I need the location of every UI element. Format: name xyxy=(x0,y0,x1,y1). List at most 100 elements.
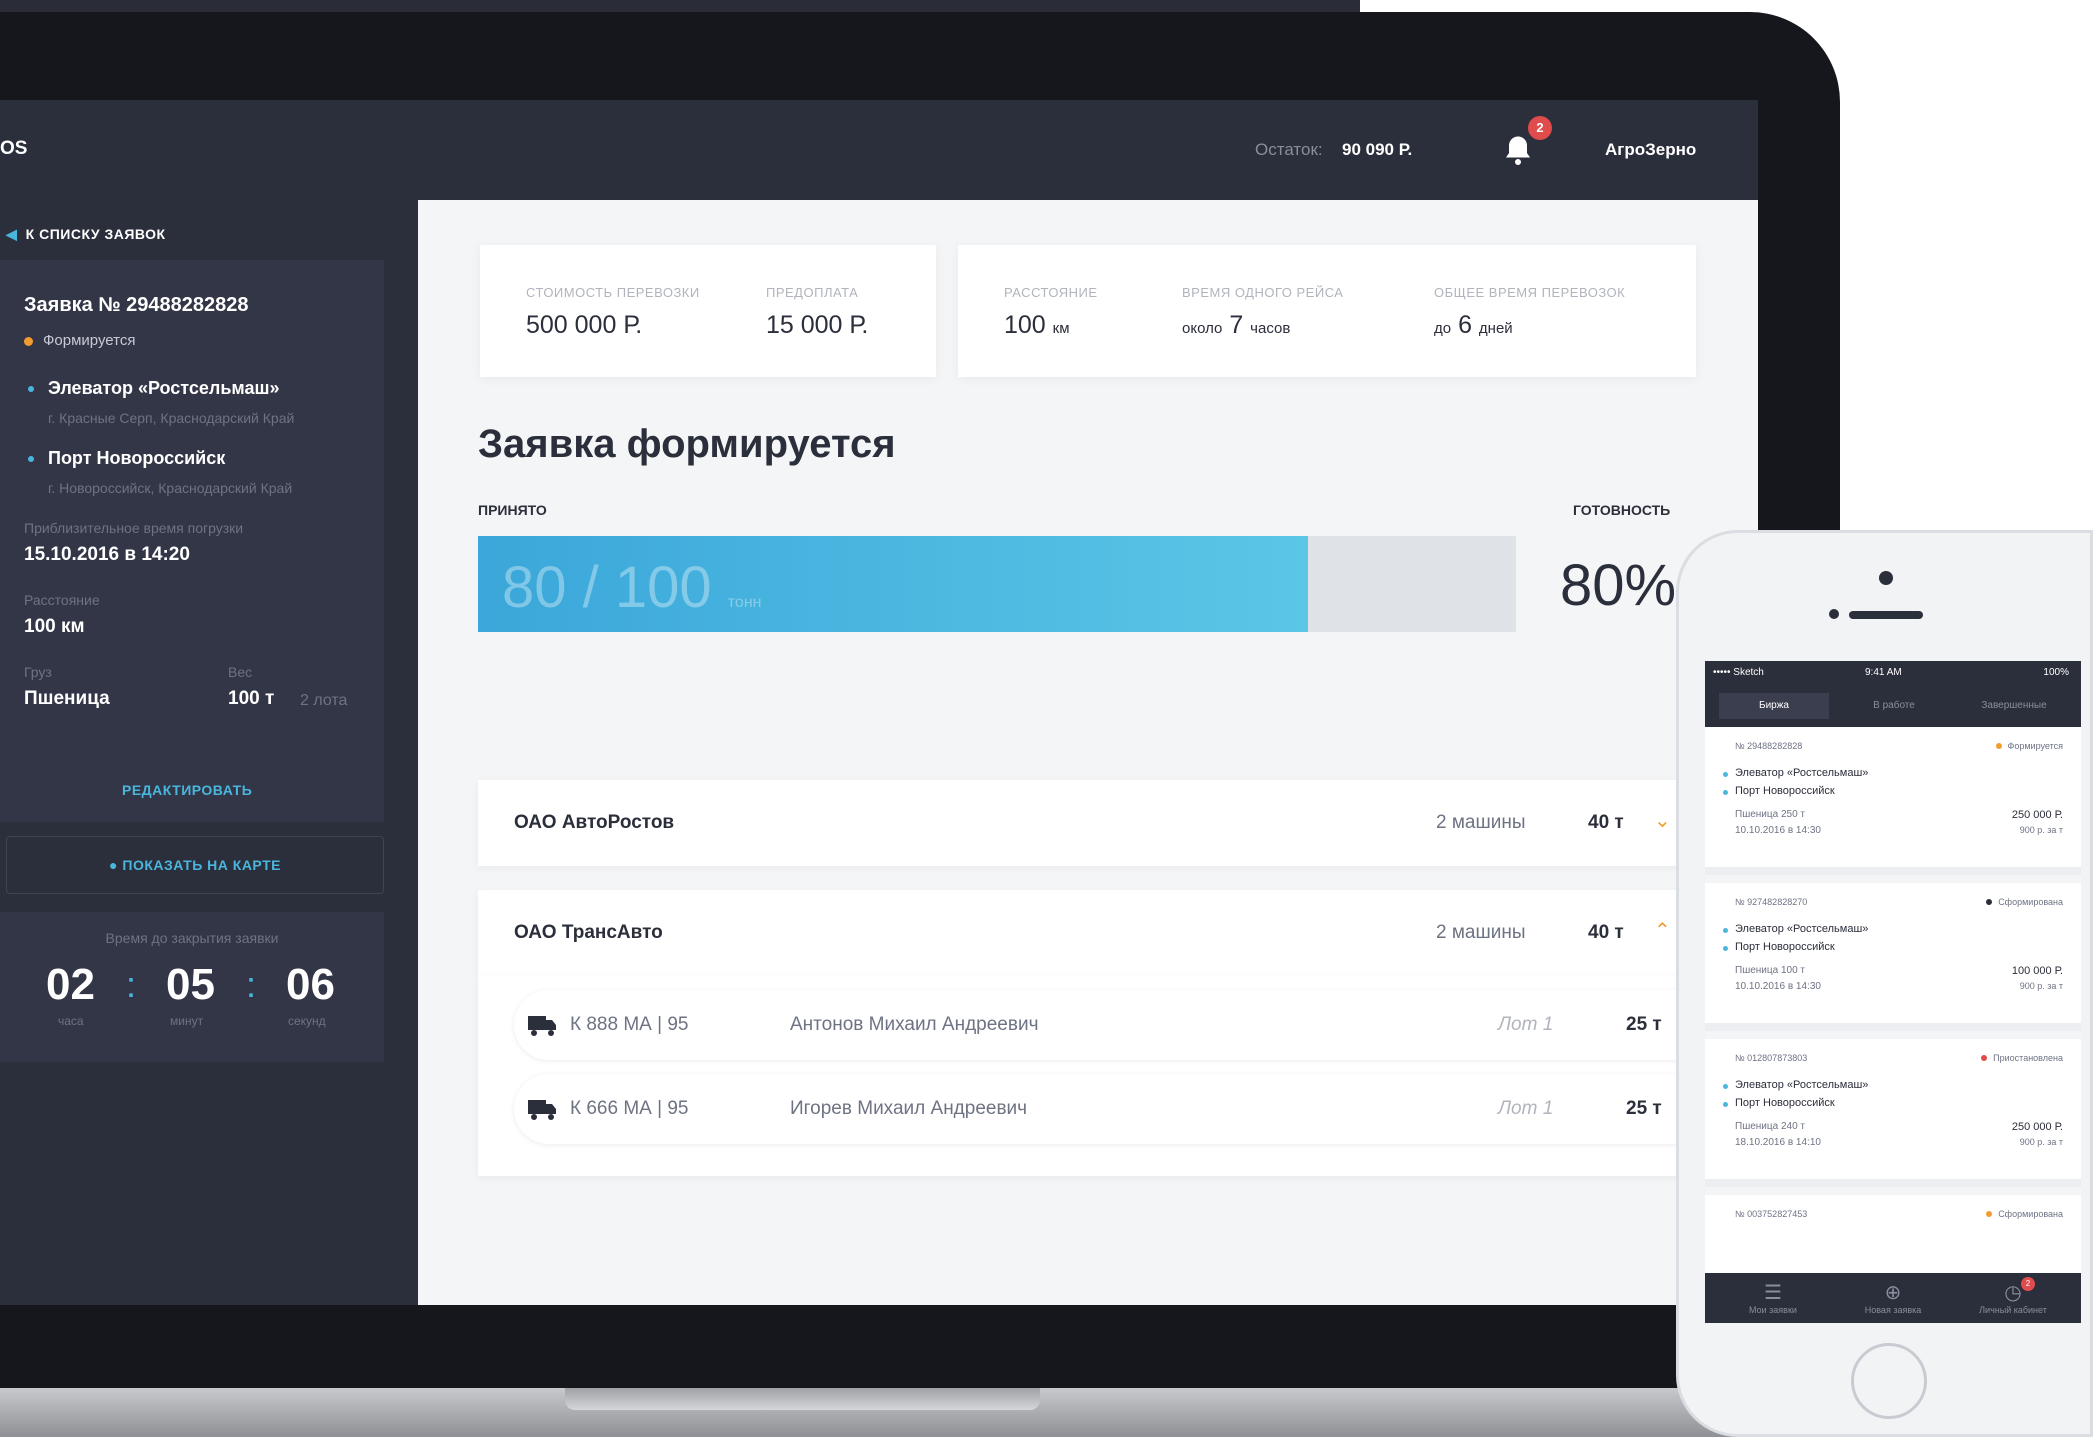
cost-value: 500 000 Р. xyxy=(526,311,643,339)
laptop-base-notch xyxy=(565,1388,1040,1410)
tab-completed[interactable]: Завершенные xyxy=(1959,693,2069,719)
nav-my-orders[interactable]: ☰ Мои заявки xyxy=(1713,1281,1833,1315)
order-status: Сформирована xyxy=(1986,1209,2063,1219)
back-to-list-link[interactable]: ◀ К СПИСКУ ЗАЯВОК xyxy=(6,226,166,243)
map-pin-icon: ● xyxy=(109,857,118,873)
progress-unit: тонн xyxy=(727,594,762,611)
trip-time-prefix: около xyxy=(1182,320,1223,337)
phone-order-card[interactable]: № 927482828270 Сформирована Элеватор «Ро… xyxy=(1705,883,2081,1031)
order-date: 10.10.2016 в 14:30 xyxy=(1735,981,1821,992)
phone-tabs: Биржа В работе Завершенные xyxy=(1705,685,2081,727)
back-to-list-label: К СПИСКУ ЗАЯВОК xyxy=(25,226,166,242)
phone-status-bar: ••••• Sketch 9:41 AM 100% xyxy=(1705,661,2081,685)
phone-sensor xyxy=(1829,609,1839,619)
order-date: 18.10.2016 в 14:10 xyxy=(1735,1137,1821,1148)
order-status: Формируется xyxy=(24,332,135,349)
status-battery: 100% xyxy=(2043,667,2069,678)
carrier-weight: 40 т xyxy=(1588,922,1624,943)
carrier-cars: 2 машины xyxy=(1436,812,1526,833)
weight-label: Вес xyxy=(228,664,253,680)
nav-new-order-label: Новая заявка xyxy=(1864,1305,1922,1315)
timer-seconds-unit: секунд xyxy=(288,1014,326,1028)
order-rate: 900 р. за т xyxy=(2019,1137,2063,1147)
carrier-row[interactable]: ОАО ТрансАвто 2 машины 40 т ⌃ xyxy=(478,890,1758,976)
timer-hours-unit: часа xyxy=(58,1014,84,1028)
top-bar: OS Остаток: 90 090 Р. 2 АгроЗерно xyxy=(0,100,1758,200)
order-from: Элеватор «Ростсельмаш» xyxy=(1722,767,1869,779)
timer-minutes-unit: минут xyxy=(170,1014,204,1028)
total-time-prefix: до xyxy=(1434,320,1452,337)
clock-icon: ◷ xyxy=(2004,1282,2022,1304)
main-content: СТОИМОСТЬ ПЕРЕВОЗКИ 500 000 Р. ПРЕДОПЛАТ… xyxy=(418,200,1758,1305)
vehicle-row[interactable]: К 888 МА | 95 Антонов Михаил Андреевич Л… xyxy=(514,990,1744,1060)
vehicle-weight: 25 т xyxy=(1626,1014,1662,1035)
truck-icon xyxy=(528,1016,556,1036)
weight-lots: 2 лота xyxy=(300,692,348,709)
total-time-label: ОБЩЕЕ ВРЕМЯ ПЕРЕВОЗОК xyxy=(1434,285,1626,300)
chevron-down-icon[interactable]: ⌄ xyxy=(1654,808,1671,833)
vehicle-driver: Игорев Михаил Андреевич xyxy=(790,1098,1028,1119)
order-rate: 900 р. за т xyxy=(2019,981,2063,991)
nav-new-order[interactable]: ⊕ Новая заявка xyxy=(1833,1281,1953,1315)
tab-in-progress[interactable]: В работе xyxy=(1839,693,1949,719)
cargo-label: Груз xyxy=(24,664,52,680)
order-from: Элеватор «Ростсельмаш» xyxy=(1722,923,1869,935)
order-number: № 012807873803 xyxy=(1735,1053,1808,1063)
nav-badge: 2 xyxy=(2021,1277,2035,1291)
order-from: Элеватор «Ростсельмаш» xyxy=(1722,1079,1869,1091)
timer-separator: : xyxy=(126,964,137,1005)
readiness-percent: 80% xyxy=(1560,553,1677,618)
show-on-map-label: ПОКАЗАТЬ НА КАРТЕ xyxy=(122,857,281,873)
logo[interactable]: OS xyxy=(0,138,27,160)
page-title: Заявка формируется xyxy=(478,422,896,466)
progress-amount: 80 / 100 xyxy=(502,555,712,620)
sidebar: ◀ К СПИСКУ ЗАЯВОК Заявка № 29488282828 Ф… xyxy=(0,200,418,1305)
home-button[interactable] xyxy=(1851,1343,1927,1419)
carrier-weight: 40 т xyxy=(1588,812,1624,833)
nav-account[interactable]: ◷ Личный кабинет xyxy=(1953,1281,2073,1315)
edit-link[interactable]: РЕДАКТИРОВАТЬ xyxy=(122,782,252,798)
vehicle-lot: Лот 1 xyxy=(1498,1014,1554,1035)
vehicle-lot: Лот 1 xyxy=(1498,1098,1554,1119)
balance-value: 90 090 Р. xyxy=(1342,140,1413,159)
show-on-map-button[interactable]: ● ПОКАЗАТЬ НА КАРТЕ xyxy=(6,836,384,894)
weight-value: 100 т xyxy=(228,688,275,709)
carrier-row[interactable]: ОАО АвтоРостов 2 машины 40 т ⌄ xyxy=(478,780,1758,866)
progress-bar: 80 / 100 тонн xyxy=(478,536,1516,632)
order-number: № 927482828270 xyxy=(1735,897,1808,907)
order-to: Порт Новороссийск xyxy=(1723,785,1835,797)
closing-timer: Время до закрытия заявки 02 : 05 : 06 ча… xyxy=(0,912,384,1062)
distance-label: Расстояние xyxy=(24,592,100,608)
user-menu[interactable]: АгроЗерно xyxy=(1605,140,1696,160)
distance-value: 100 км xyxy=(24,616,85,637)
progress-text: 80 / 100 тонн xyxy=(502,554,761,621)
chevron-up-icon[interactable]: ⌃ xyxy=(1654,918,1671,943)
bell-icon[interactable] xyxy=(1500,132,1536,168)
timer-hours: 02 xyxy=(46,960,95,1009)
order-number: № 003752827453 xyxy=(1735,1209,1808,1219)
order-to: Порт Новороссийск xyxy=(1723,941,1835,953)
total-time-number: 6 xyxy=(1458,311,1472,339)
order-number: № 29488282828 xyxy=(1735,741,1803,751)
truck-icon xyxy=(528,1100,556,1120)
route-from-name: Элеватор «Ростсельмаш» xyxy=(48,378,280,398)
readiness-label: ГОТОВНОСТЬ xyxy=(1573,502,1671,518)
order-to: Порт Новороссийск xyxy=(1723,1097,1835,1109)
phone-order-card[interactable]: № 012807873803 Приостановлена Элеватор «… xyxy=(1705,1039,2081,1187)
order-cargo: Пшеница 100 т xyxy=(1735,965,1805,976)
trip-time-unit: часов xyxy=(1250,320,1291,337)
route-from-address: г. Красные Серп, Краснодарский Край xyxy=(48,410,295,426)
phone-camera xyxy=(1879,571,1893,585)
tab-exchange[interactable]: Биржа xyxy=(1719,693,1829,719)
phone-order-card[interactable]: № 29488282828 Формируется Элеватор «Рост… xyxy=(1705,727,2081,875)
plus-circle-icon: ⊕ xyxy=(1884,1282,1902,1304)
laptop-screen: OS Остаток: 90 090 Р. 2 АгроЗерно ◀ К СП… xyxy=(0,100,1758,1305)
status-time: 9:41 AM xyxy=(1865,667,1902,678)
order-date: 10.10.2016 в 14:30 xyxy=(1735,825,1821,836)
total-time-value: до 6 дней xyxy=(1434,311,1513,340)
phone-device: ••••• Sketch 9:41 AM 100% Биржа В работе… xyxy=(1676,530,2093,1437)
chevron-left-icon: ◀ xyxy=(6,226,18,242)
vehicle-row[interactable]: К 666 МА | 95 Игорев Михаил Андреевич Ло… xyxy=(514,1074,1744,1144)
carrier-name: ОАО АвтоРостов xyxy=(514,812,675,833)
loading-time-label: Приблизительное время погрузки xyxy=(24,520,244,536)
